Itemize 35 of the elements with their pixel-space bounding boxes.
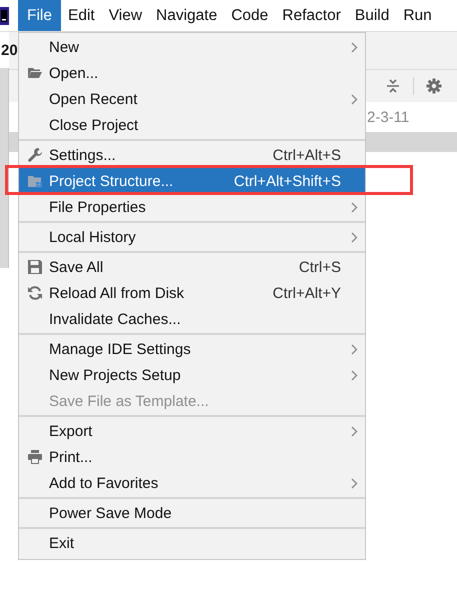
reload-icon xyxy=(27,285,43,301)
menu-item[interactable]: Export xyxy=(19,418,365,444)
settings-icon[interactable] xyxy=(426,78,442,94)
folder-icon xyxy=(27,173,43,189)
menu-item[interactable]: Open... xyxy=(19,60,365,86)
menu-item[interactable]: Manage IDE Settings xyxy=(19,336,365,362)
menu-item[interactable]: Save All Ctrl+S xyxy=(19,254,365,280)
menu-bar-item[interactable]: Navigate xyxy=(149,0,224,31)
menu-item[interactable]: Open Recent xyxy=(19,86,365,112)
menu-item[interactable]: New Projects Setup xyxy=(19,362,365,388)
collapse-icon[interactable] xyxy=(385,78,401,94)
folder-icon xyxy=(27,65,43,81)
menu-item[interactable]: Exit xyxy=(19,530,365,556)
printer-icon xyxy=(27,449,43,465)
menu-item[interactable]: Settings... Ctrl+Alt+S xyxy=(19,142,365,168)
menu-bar-item[interactable]: Run xyxy=(396,0,439,31)
menu-item[interactable]: Power Save Mode xyxy=(19,500,365,526)
menu-item[interactable]: Add to Favorites xyxy=(19,470,365,496)
project-title: 20 xyxy=(1,42,18,59)
date-text: 2-3-11 xyxy=(367,108,410,126)
menu-item[interactable]: Print... xyxy=(19,444,365,470)
menu-item[interactable]: Invalidate Caches... xyxy=(19,306,365,332)
menu-item[interactable]: Local History xyxy=(19,224,365,250)
menu-bar-item[interactable]: View xyxy=(102,0,150,31)
menu-bar-item[interactable]: Refactor xyxy=(275,0,348,31)
menu-item[interactable]: Reload All from Disk Ctrl+Alt+Y xyxy=(19,280,365,306)
menu-bar-item[interactable]: Code xyxy=(224,0,276,31)
menu-item[interactable]: File Properties xyxy=(19,194,365,220)
menu-bar-item[interactable]: Edit xyxy=(60,0,102,31)
menu-bar-item[interactable]: File xyxy=(18,0,61,31)
wrench-icon xyxy=(27,147,43,163)
menu-item[interactable]: Project Structure... Ctrl+Alt+Shift+S xyxy=(19,168,365,194)
menu-item[interactable]: Close Project xyxy=(19,112,365,138)
menu-item[interactable]: New xyxy=(19,34,365,60)
menu-bar-item[interactable]: Build xyxy=(348,0,396,31)
